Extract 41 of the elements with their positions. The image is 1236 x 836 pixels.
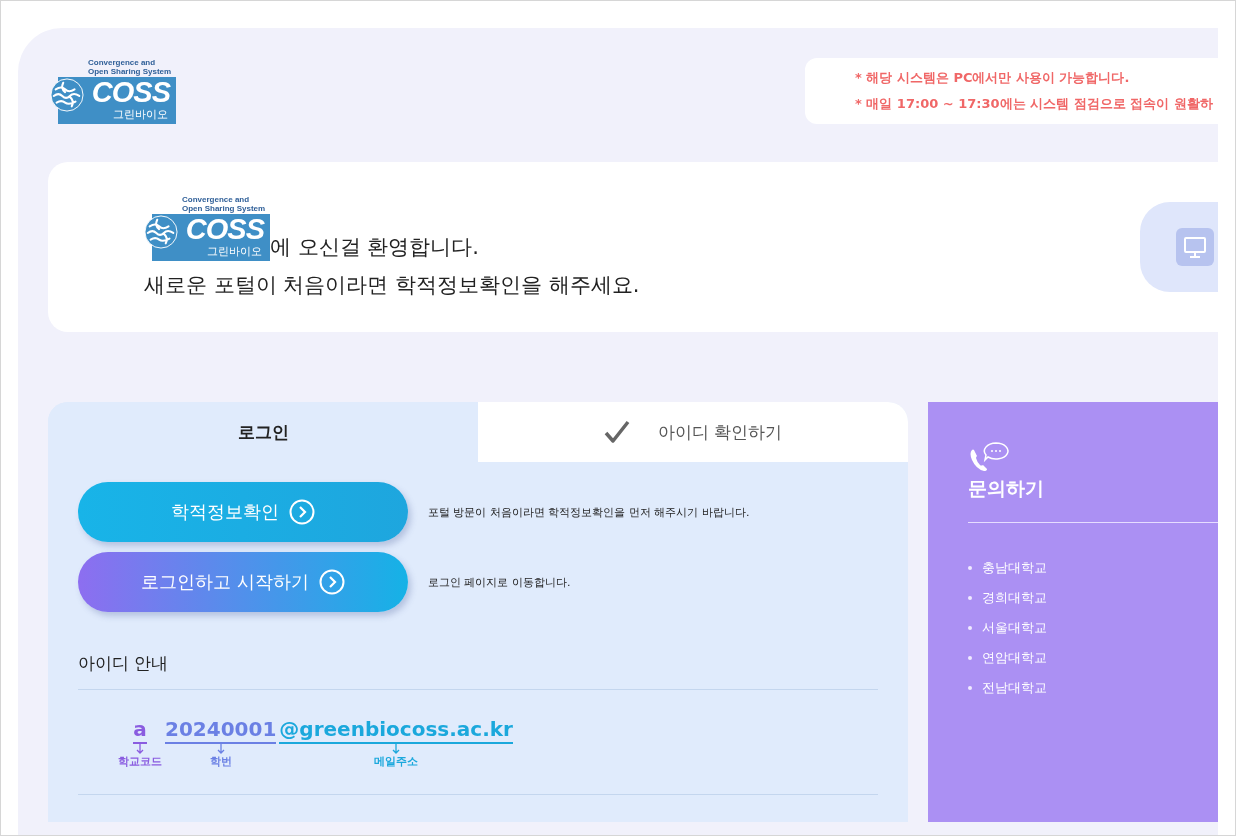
bullet-icon [968,596,972,600]
logo-tagline: Convergence and Open Sharing System [88,58,173,76]
contact-link[interactable]: 전남대학교 [982,679,1047,697]
monitor-icon [1176,228,1214,266]
notice-text: * 해당 시스템은 PC에서만 사용이 가능합니다. [855,69,1131,87]
logo-wordmark: COSS [185,214,264,245]
bullet-icon [968,686,972,690]
contact-link[interactable]: 충남대학교 [982,559,1047,577]
contact-link[interactable]: 연암대학교 [982,649,1047,667]
id-part-text: 20240001 [165,716,277,744]
id-part-caption: 학번 [209,756,232,768]
id-part-text: @greenbiocoss.ac.kr [279,716,513,744]
logo-tagline: Convergence and Open Sharing System [182,195,267,213]
pointer-arrow-icon [136,744,144,754]
action-description: 포털 방문이 처음이라면 학적정보확인을 먼저 해주시기 바랍니다. [428,504,750,520]
logo-wordmark: COSS [91,77,170,108]
pointer-arrow-icon [392,744,401,754]
id-part-caption: 메일주소 [374,756,419,768]
welcome-heading: 에 오신걸 환영합니다. [270,234,480,261]
phone-chat-icon [968,442,1010,472]
welcome-subheading: 새로운 포털이 처음이라면 학적정보확인을 해주세요. [144,272,640,299]
contact-title: 문의하기 [968,476,1044,501]
bullet-icon [968,626,972,630]
action-button[interactable]: 로그인하고 시작하기 [78,552,408,612]
logo-subtitle: 그린바이오 [207,245,262,259]
id-part-caption: 학교코드 [118,756,162,768]
notice-text: * 매일 17:00 ~ 17:30에는 시스템 점검으로 접속이 원활하 [855,95,1214,113]
pointer-arrow-icon [216,744,225,754]
chevron-circle-icon [318,569,345,595]
id-guide-title: 아이디 안내 [78,652,878,690]
check-icon [603,420,630,444]
contact-link[interactable]: 서울대학교 [982,619,1047,637]
contact-link[interactable]: 경희대학교 [982,589,1047,607]
bullet-icon [968,566,972,570]
action-description: 로그인 페이지로 이동합니다. [428,574,571,590]
action-button[interactable]: 학적정보확인 [78,482,408,542]
tab[interactable]: 아이디 확인하기 [478,402,908,462]
id-part-text: a [133,716,147,744]
logo-subtitle: 그린바이오 [113,108,168,122]
bullet-icon [968,656,972,660]
chevron-circle-icon [289,499,315,525]
